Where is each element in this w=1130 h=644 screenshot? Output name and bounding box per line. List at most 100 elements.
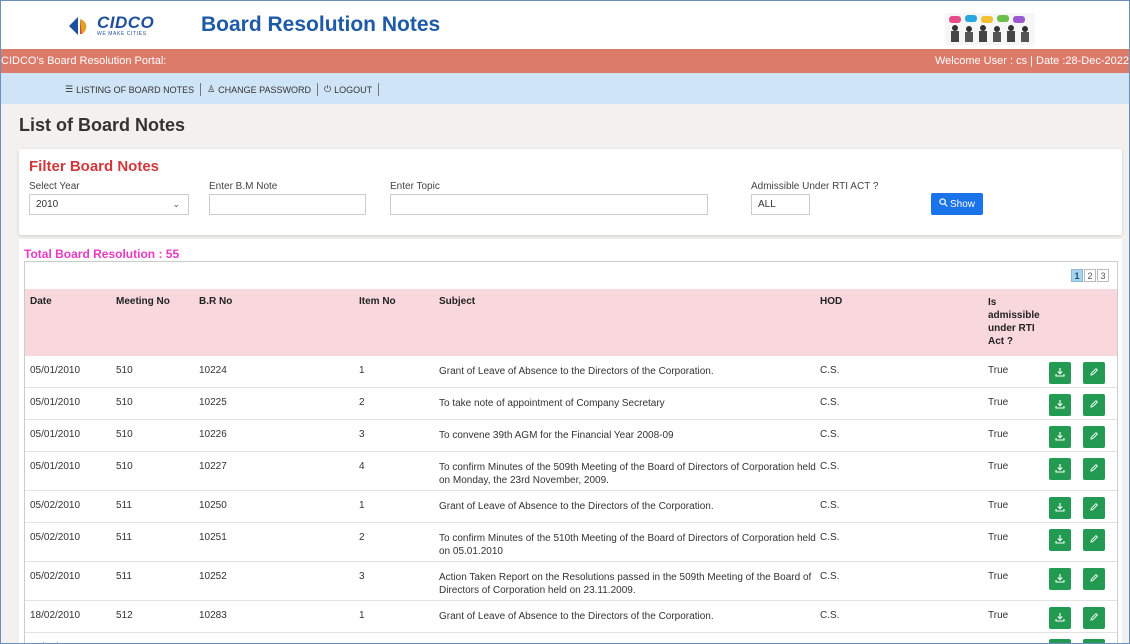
download-icon bbox=[1055, 502, 1065, 515]
download-button[interactable] bbox=[1049, 426, 1071, 448]
cell-br-no: 10283 bbox=[199, 610, 227, 621]
cell-date: 05/02/2010 bbox=[30, 532, 81, 543]
table-row: 05/02/2010 511 10252 3 Action Taken Report o… bbox=[25, 562, 1117, 601]
table-row: 05/01/2010 510 10226 3 To convene 39th AGM f… bbox=[25, 420, 1117, 452]
edit-button[interactable] bbox=[1083, 458, 1105, 480]
rti-label: Admissible Under RTI ACT ? bbox=[751, 181, 879, 192]
column-header-br-no: B.R No bbox=[199, 296, 233, 307]
download-button[interactable] bbox=[1049, 458, 1071, 480]
page-3-button[interactable]: 3 bbox=[1097, 269, 1109, 282]
download-icon bbox=[1055, 534, 1065, 547]
cell-br-no: 10226 bbox=[199, 429, 227, 440]
download-icon bbox=[1055, 367, 1065, 380]
show-button[interactable]: Show bbox=[931, 193, 983, 215]
edit-button[interactable] bbox=[1083, 394, 1105, 416]
show-button-label: Show bbox=[949, 198, 975, 210]
app-window: CIDCO WE MAKE CITIES Board Resolution No… bbox=[0, 0, 1130, 644]
cell-date: 05/01/2010 bbox=[30, 429, 81, 440]
nav-item-change-password[interactable]: ♙ CHANGE PASSWORD bbox=[201, 83, 319, 96]
table-row: 05/02/2010 511 10250 1 Grant of Leave of Abs… bbox=[25, 491, 1117, 523]
cell-br-no: 10252 bbox=[199, 571, 227, 582]
nav-item-label: CHANGE PASSWORD bbox=[218, 84, 312, 95]
column-header-hod: HOD bbox=[820, 296, 843, 307]
edit-button[interactable] bbox=[1083, 529, 1105, 551]
edit-button[interactable] bbox=[1083, 568, 1105, 590]
app-title: Board Resolution Notes bbox=[201, 13, 441, 36]
logo-name: CIDCO bbox=[97, 13, 155, 32]
bm-note-input[interactable] bbox=[209, 194, 366, 215]
cell-item-no: 2 bbox=[359, 532, 365, 543]
table-row: 05/02/2010 511 10251 2 To confirm Minutes of… bbox=[25, 523, 1117, 562]
download-button[interactable] bbox=[1049, 529, 1071, 551]
pencil-icon bbox=[1089, 612, 1099, 625]
cell-hod: C.S. bbox=[820, 532, 840, 543]
cell-hod: C.S. bbox=[820, 500, 840, 511]
page-1-button[interactable]: 1 bbox=[1071, 269, 1083, 282]
edit-button[interactable] bbox=[1083, 426, 1105, 448]
cell-item-no: 4 bbox=[359, 461, 365, 472]
page-2-button[interactable]: 2 bbox=[1084, 269, 1096, 282]
cell-item-no: 1 bbox=[359, 500, 365, 511]
column-header-date: Date bbox=[30, 296, 52, 307]
cell-meeting-no: 511 bbox=[116, 500, 132, 511]
cell-subject: Grant of Leave of Absence to the Directo… bbox=[439, 611, 714, 622]
download-icon bbox=[1055, 463, 1065, 476]
cell-hod: C.S. bbox=[820, 365, 840, 376]
edit-button[interactable] bbox=[1083, 362, 1105, 384]
cidco-logo-icon bbox=[67, 15, 91, 37]
power-icon: ⏻ bbox=[324, 84, 332, 94]
cell-br-no: 10251 bbox=[199, 532, 227, 543]
cell-date: 05/02/2010 bbox=[30, 571, 81, 582]
cell-meeting-no: 511 bbox=[116, 571, 132, 582]
pencil-icon bbox=[1089, 573, 1099, 586]
column-header-meeting-no: Meeting No bbox=[116, 296, 170, 307]
cell-meeting-no: 510 bbox=[116, 365, 133, 376]
download-button[interactable] bbox=[1049, 497, 1071, 519]
edit-button[interactable] bbox=[1083, 607, 1105, 629]
table-row: 18/02/2010 512 10283 1 Grant of Leave of Abs… bbox=[25, 601, 1117, 633]
cell-hod: C.S. bbox=[820, 461, 840, 472]
logo-tagline: WE MAKE CITIES bbox=[97, 31, 147, 37]
cell-subject: Grant of Leave of Absence to the Directo… bbox=[439, 501, 714, 512]
bm-note-label: Enter B.M Note bbox=[209, 181, 278, 192]
download-button[interactable] bbox=[1049, 607, 1071, 629]
cell-br-no: 10227 bbox=[199, 461, 227, 472]
cell-rti: True bbox=[988, 532, 1009, 543]
download-button[interactable] bbox=[1049, 362, 1071, 384]
cell-rti: True bbox=[988, 610, 1009, 621]
rti-value: ALL bbox=[758, 199, 776, 210]
user-icon: ♙ bbox=[207, 84, 216, 94]
cell-rti: True bbox=[988, 429, 1009, 440]
download-button[interactable] bbox=[1049, 568, 1071, 590]
year-value: 2010 bbox=[36, 199, 59, 210]
download-button[interactable] bbox=[1049, 394, 1071, 416]
cell-date: 05/01/2010 bbox=[30, 365, 81, 376]
cell-br-no: 10250 bbox=[199, 500, 227, 511]
total-board-resolution: Total Board Resolution : 55 bbox=[24, 247, 180, 261]
cidco-logo[interactable]: CIDCO WE MAKE CITIES bbox=[67, 11, 177, 41]
cell-rti: True bbox=[988, 365, 1009, 376]
nav-bar: ☰ LISTING OF BOARD NOTES ♙ CHANGE PASSWO… bbox=[1, 73, 1129, 104]
cell-item-no: 3 bbox=[359, 571, 365, 582]
rti-select[interactable]: ALL bbox=[751, 194, 810, 215]
column-header-item-no: Item No bbox=[359, 296, 396, 307]
cell-date: 05/02/2010 bbox=[30, 500, 81, 511]
nav-item-logout[interactable]: ⏻ LOGOUT bbox=[318, 83, 380, 96]
year-select[interactable]: 2010 ⌄ bbox=[29, 194, 189, 215]
cell-item-no: 1 bbox=[359, 610, 365, 621]
cell-subject: To convene 39th AGM for the Financial Ye… bbox=[439, 430, 674, 441]
cell-meeting-no: 510 bbox=[116, 429, 133, 440]
edit-button[interactable] bbox=[1083, 639, 1105, 643]
nav-item-listing-of-board-notes[interactable]: ☰ LISTING OF BOARD NOTES bbox=[59, 83, 202, 96]
portal-name: CIDCO's Board Resolution Portal: bbox=[1, 55, 167, 67]
download-button[interactable] bbox=[1049, 639, 1071, 643]
cell-br-no: 10224 bbox=[199, 365, 227, 376]
edit-button[interactable] bbox=[1083, 497, 1105, 519]
cell-rti: True bbox=[988, 397, 1009, 408]
column-header-subject: Subject bbox=[439, 296, 476, 307]
filter-panel: Filter Board Notes Select Year 2010 ⌄ En… bbox=[19, 149, 1122, 235]
list-icon: ☰ bbox=[65, 84, 74, 94]
cell-rti: True bbox=[988, 500, 1009, 511]
topic-input[interactable] bbox=[390, 194, 708, 215]
pencil-icon bbox=[1089, 534, 1099, 547]
